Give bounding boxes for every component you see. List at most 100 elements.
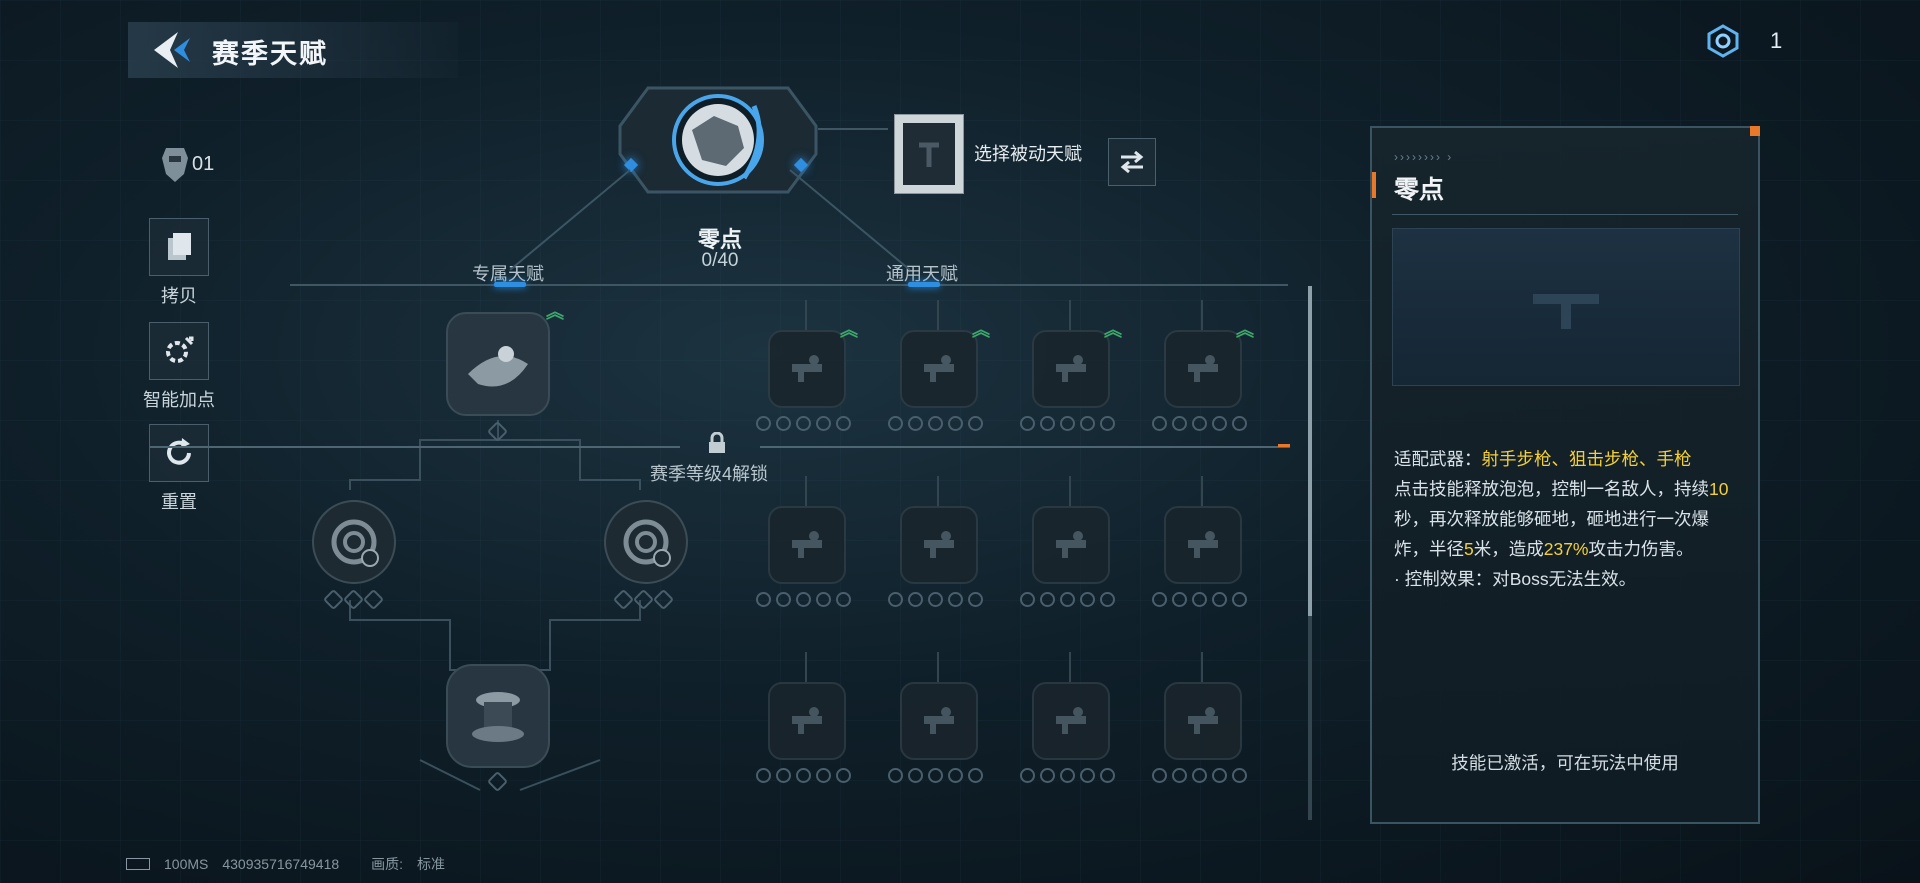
point-slot (756, 768, 771, 783)
node-point-slots (888, 416, 983, 431)
point-slot (1100, 416, 1115, 431)
grid-connector-line (805, 300, 807, 330)
general-talent-node[interactable] (900, 506, 978, 584)
quality-value: 标准 (417, 856, 446, 872)
connector-line (818, 128, 888, 130)
currency-count: 1 (1770, 28, 1783, 53)
point-slot (908, 416, 923, 431)
node-point-slots (888, 592, 983, 607)
point-slot (1060, 592, 1075, 607)
point-slot (1212, 592, 1227, 607)
exclusive-talent-node-ultimate[interactable] (446, 664, 550, 768)
signal-icon (126, 858, 150, 870)
grid-connector-line (1201, 652, 1203, 682)
point-slot (928, 768, 943, 783)
grid-connector-line (937, 652, 939, 682)
fire-burst-icon (1056, 707, 1086, 734)
lock-message: 赛季等级4解锁 (650, 464, 769, 484)
point-slot (1080, 592, 1095, 607)
exclusive-right-points (612, 588, 675, 611)
spiral-gauge-icon (623, 519, 671, 567)
exclusive-left-points (322, 588, 385, 611)
general-talent-node[interactable] (900, 682, 978, 760)
exclusive-main-points (486, 420, 509, 443)
lock-divider-left (150, 446, 680, 448)
upgrade-chevron-icon: ︽ (1236, 320, 1254, 340)
point-slot (1232, 416, 1247, 431)
lock-divider-right (760, 446, 1290, 448)
point-slot (888, 768, 903, 783)
point-slot (836, 416, 851, 431)
upgrade-chevron-icon: ︽ (1104, 320, 1122, 340)
upgrade-chevron-icon: ︽ (546, 302, 564, 322)
general-talent-node[interactable] (1032, 682, 1110, 760)
lock-divider-accent (1278, 444, 1290, 447)
talent-detail-panel: ›››››››› › 零点 适配武器：射手步枪、狙击步枪、手枪 点击技能释放泡泡… (1370, 126, 1760, 824)
eye-target-icon (1056, 531, 1086, 558)
general-talent-node[interactable] (900, 330, 978, 408)
point-slot (816, 592, 831, 607)
tree-scrollbar[interactable] (1308, 286, 1312, 820)
point-slot (908, 592, 923, 607)
general-talent-node[interactable] (1164, 506, 1242, 584)
exclusive-talent-node-left[interactable] (312, 500, 396, 584)
point-slot (1152, 416, 1167, 431)
point-slot (888, 592, 903, 607)
point-slot (928, 416, 943, 431)
status-bar: 100MS 430935716749418 画质: 标准 (126, 854, 445, 874)
point-slot (1172, 768, 1187, 783)
general-talent-node[interactable] (768, 682, 846, 760)
general-talent-node[interactable] (1032, 330, 1110, 408)
point-slot (1100, 768, 1115, 783)
character-number: 01 (192, 152, 215, 175)
general-talent-node[interactable] (1164, 330, 1242, 408)
point-slot (1232, 768, 1247, 783)
point-slot (1040, 416, 1055, 431)
point-slot (948, 768, 963, 783)
panel-corner-accent (1750, 126, 1760, 136)
upgrade-chevron-icon: ︽ (972, 320, 990, 340)
swap-passive-button[interactable] (1108, 138, 1156, 186)
copy-label: 拷贝 (161, 286, 197, 306)
vortex-cylinder-icon (472, 692, 524, 742)
talent-description: 适配武器：射手步枪、狙击步枪、手枪 点击技能释放泡泡，控制一名敌人，持续10秒，… (1394, 444, 1740, 594)
point-slot (1040, 768, 1055, 783)
grid-connector-line (805, 652, 807, 682)
copy-button[interactable]: 拷贝 (124, 218, 234, 308)
general-talent-node[interactable] (1032, 506, 1110, 584)
point-slot (756, 592, 771, 607)
talent-preview-image (1392, 228, 1740, 386)
point-slot (948, 592, 963, 607)
soldier-aiming-icon (1188, 355, 1218, 382)
spiral-timer-icon (331, 519, 379, 567)
reset-button[interactable]: 重置 (124, 424, 234, 514)
emblem-connector-lines (509, 169, 911, 271)
exclusive-talent-node-main[interactable] (446, 312, 550, 416)
grid-connector-line (1069, 652, 1071, 682)
grid-connector-line (1069, 476, 1071, 506)
grid-connector-line (1201, 476, 1203, 506)
point-slot (1020, 592, 1035, 607)
node-point-slots (1152, 592, 1247, 607)
point-slot (1060, 416, 1075, 431)
general-talent-node[interactable] (768, 330, 846, 408)
exclusive-talent-node-right[interactable] (604, 500, 688, 584)
weapons-line: 适配武器：射手步枪、狙击步枪、手枪 (1394, 449, 1692, 469)
grid-connector-line (805, 476, 807, 506)
exclusive-ultimate-points (486, 770, 509, 793)
point-slot (1192, 416, 1207, 431)
back-button[interactable] (150, 30, 194, 70)
scrollbar-thumb[interactable] (1308, 286, 1312, 616)
point-slot (796, 768, 811, 783)
point-slot (486, 420, 509, 443)
general-talent-node[interactable] (768, 506, 846, 584)
point-slot (1212, 416, 1227, 431)
point-slot (968, 768, 983, 783)
wings-emblem-icon (1188, 531, 1218, 558)
point-slot (1040, 592, 1055, 607)
effect-text: 点击技能释放泡泡，控制一名敌人，持续10秒，再次释放能够砸地，砸地进行一次爆炸，… (1394, 479, 1729, 559)
auto-assign-button[interactable]: 智能加点 (124, 322, 234, 412)
bomb-card-icon (924, 707, 954, 734)
general-talent-node[interactable] (1164, 682, 1242, 760)
ping-value: 100MS (164, 856, 209, 872)
